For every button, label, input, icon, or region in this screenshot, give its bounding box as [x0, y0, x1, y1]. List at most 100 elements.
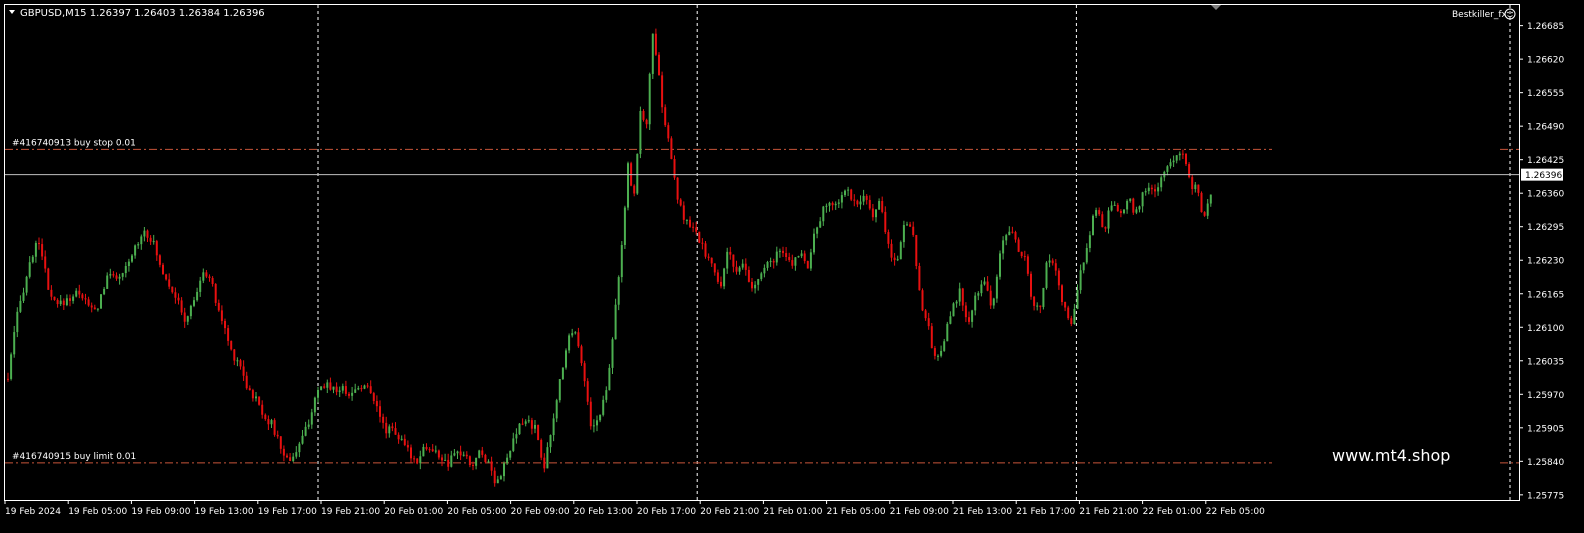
time-tick-label: 21 Feb 01:00: [763, 507, 822, 517]
candle-body: [289, 457, 292, 462]
candle-body: [323, 386, 326, 388]
bull-candle: [1042, 287, 1045, 310]
candle-body: [732, 254, 735, 267]
candle-body: [434, 450, 437, 452]
candle-body: [131, 255, 133, 262]
bull-candle: [639, 106, 642, 159]
candle-body: [608, 367, 611, 391]
candle-body: [623, 207, 626, 245]
candle-body: [428, 449, 431, 451]
time-tick-label: 21 Feb 21:00: [1079, 507, 1138, 517]
candle-body: [806, 261, 809, 269]
candle-body: [1138, 206, 1141, 210]
order-label: #416740915 buy limit 0.01: [12, 452, 136, 462]
price-chart[interactable]: #416740913 buy stop 0.01 #416740915 buy l…: [0, 0, 1584, 529]
candle-body: [856, 200, 859, 205]
time-tick-label: 20 Feb 17:00: [637, 507, 696, 517]
symbol-info-line: GBPUSD,M15 1.26397 1.26403 1.26384 1.263…: [20, 8, 265, 19]
candle-body: [583, 363, 586, 382]
candle-body: [995, 276, 998, 299]
time-tick-label: 19 Feb 09:00: [131, 507, 190, 517]
candle-body: [825, 205, 828, 207]
candle-body: [44, 256, 47, 269]
candle-body: [617, 277, 620, 305]
candle-body: [893, 257, 896, 261]
candle-body: [34, 242, 37, 257]
candle-body: [1104, 227, 1107, 229]
price-tick-label: 1.26360: [1527, 190, 1564, 200]
candle-body: [1194, 184, 1197, 190]
candle-body: [689, 219, 691, 227]
candle-body: [1005, 235, 1008, 241]
candle-body: [930, 326, 933, 349]
candle-body: [847, 189, 850, 191]
time-tick-label: 19 Feb 2024: [5, 507, 61, 517]
price-tick-label: 1.25905: [1527, 424, 1564, 434]
candle-body: [853, 199, 856, 201]
candle-body: [56, 299, 59, 305]
candle-body: [701, 242, 704, 244]
mt4-chart-window[interactable]: #416740913 buy stop 0.01 #416740915 buy l…: [0, 0, 1584, 529]
candle-body: [840, 195, 843, 203]
candle-body: [124, 266, 127, 274]
expert-advisor-label: Bestkiller_fx: [1452, 10, 1508, 20]
time-tick-label: 20 Feb 13:00: [574, 507, 633, 517]
candle-body: [261, 404, 264, 415]
candle-body: [899, 242, 902, 260]
candle-body: [1051, 260, 1054, 264]
candle-body: [1045, 262, 1048, 288]
bear-candle: [1185, 152, 1187, 166]
candle-body: [267, 419, 270, 425]
candle-body: [329, 382, 332, 390]
candle-body: [416, 458, 419, 464]
candle-body: [320, 386, 323, 390]
candle-body: [822, 206, 825, 222]
candle-body: [772, 261, 775, 263]
candle-body: [298, 443, 301, 453]
candle-body: [499, 476, 502, 480]
candle-body: [1191, 177, 1194, 190]
candle-body: [881, 201, 884, 212]
candle-body: [983, 281, 986, 285]
candle-body: [546, 447, 549, 469]
candle-body: [695, 227, 698, 232]
bull-candle: [478, 449, 481, 459]
candle-body: [456, 451, 459, 454]
candle-body: [713, 263, 716, 273]
candle-body: [360, 388, 363, 390]
candle-body: [1166, 166, 1169, 172]
candle-body: [1116, 204, 1119, 212]
candle-body: [1110, 205, 1113, 211]
candle-body: [366, 385, 369, 387]
watermark-text: www.mt4.shop: [1332, 446, 1450, 465]
bull-candle: [518, 423, 521, 435]
candle-body: [273, 420, 276, 435]
candle-body: [292, 456, 295, 462]
candle-body: [1042, 287, 1045, 307]
candle-body: [354, 389, 357, 393]
candle-body: [382, 416, 385, 423]
candle-body: [379, 406, 381, 417]
candle-body: [915, 234, 918, 267]
candle-body: [413, 458, 416, 460]
price-tick-label: 1.25775: [1527, 491, 1564, 501]
candle-body: [62, 300, 65, 306]
candle-body: [496, 479, 499, 484]
candle-body: [307, 424, 310, 427]
candle-body: [534, 424, 536, 429]
candle-body: [1147, 187, 1150, 192]
bear-candle: [918, 262, 921, 291]
candle-body: [475, 457, 478, 466]
candle-body: [710, 257, 713, 264]
candle-body: [472, 465, 474, 467]
candle-body: [1011, 231, 1014, 233]
candle-body: [230, 340, 233, 350]
candle-body: [115, 275, 118, 279]
candle-body: [977, 293, 980, 296]
candle-body: [738, 267, 741, 272]
candle-body: [87, 299, 90, 306]
candle-body: [1033, 296, 1036, 306]
candle-body: [81, 294, 84, 299]
candle-body: [90, 305, 93, 308]
candle-body: [93, 307, 96, 310]
